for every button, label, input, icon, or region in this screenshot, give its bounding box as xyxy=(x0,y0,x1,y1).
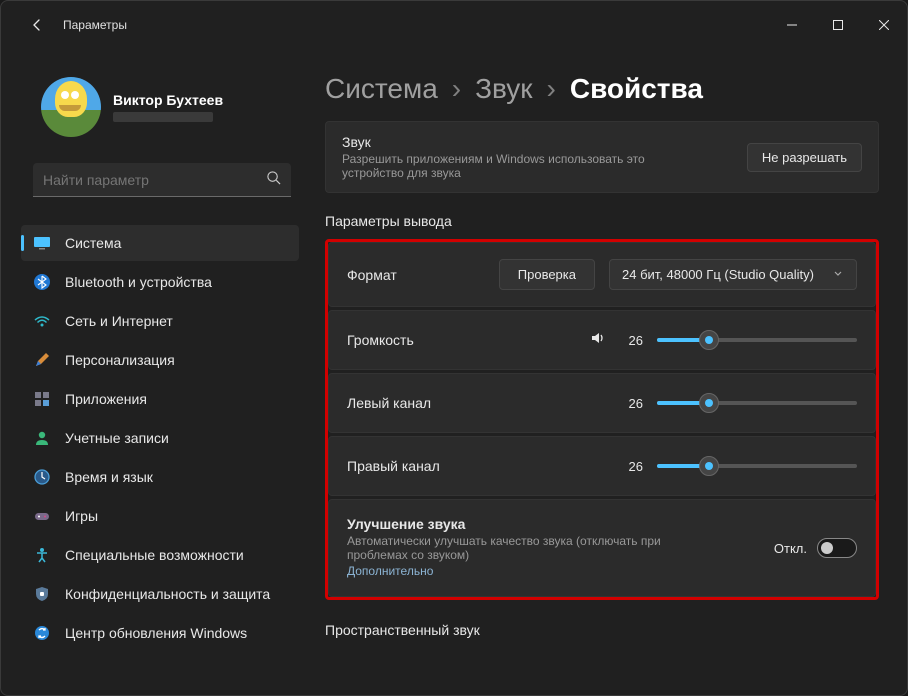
sidebar-item-apps[interactable]: Приложения xyxy=(21,381,299,417)
deny-button[interactable]: Не разрешать xyxy=(747,143,862,172)
sidebar: Виктор Бухтеев Система Bluetooth и устро… xyxy=(1,49,311,695)
nav: Система Bluetooth и устройства Сеть и Ин… xyxy=(13,225,299,651)
sidebar-item-privacy[interactable]: Конфиденциальность и защита xyxy=(21,576,299,612)
sidebar-item-accessibility[interactable]: Специальные возможности xyxy=(21,537,299,573)
sidebar-item-system[interactable]: Система xyxy=(21,225,299,261)
gamepad-icon xyxy=(33,507,51,525)
profile-email-redacted xyxy=(113,112,213,122)
left-channel-value: 26 xyxy=(621,396,643,411)
sidebar-item-label: Игры xyxy=(65,508,98,524)
enhance-toggle-state: Откл. xyxy=(774,541,807,556)
system-icon xyxy=(33,234,51,252)
test-button[interactable]: Проверка xyxy=(499,259,595,290)
accessibility-icon xyxy=(33,546,51,564)
speaker-icon[interactable] xyxy=(589,329,607,352)
sidebar-item-label: Сеть и Интернет xyxy=(65,313,173,329)
right-channel-label: Правый канал xyxy=(347,458,607,474)
sidebar-item-accounts[interactable]: Учетные записи xyxy=(21,420,299,456)
brush-icon xyxy=(33,351,51,369)
volume-label: Громкость xyxy=(347,332,575,348)
volume-value: 26 xyxy=(621,333,643,348)
titlebar: Параметры xyxy=(1,1,907,49)
window-title: Параметры xyxy=(63,18,127,32)
search-input[interactable] xyxy=(43,172,266,188)
person-icon xyxy=(33,429,51,447)
sidebar-item-bluetooth[interactable]: Bluetooth и устройства xyxy=(21,264,299,300)
permission-title: Звук xyxy=(342,134,747,150)
breadcrumb-current: Свойства xyxy=(570,73,703,105)
sidebar-item-gaming[interactable]: Игры xyxy=(21,498,299,534)
sidebar-item-time-language[interactable]: Время и язык xyxy=(21,459,299,495)
sidebar-item-label: Учетные записи xyxy=(65,430,169,446)
clock-globe-icon xyxy=(33,468,51,486)
sidebar-item-network[interactable]: Сеть и Интернет xyxy=(21,303,299,339)
volume-slider[interactable] xyxy=(657,330,857,350)
sidebar-item-label: Bluetooth и устройства xyxy=(65,274,212,290)
back-button[interactable] xyxy=(17,5,57,45)
enhance-advanced-link[interactable]: Дополнительно xyxy=(347,564,433,578)
permission-card: Звук Разрешить приложениям и Windows исп… xyxy=(325,121,879,193)
left-channel-slider[interactable] xyxy=(657,393,857,413)
close-button[interactable] xyxy=(861,9,907,41)
profile-name: Виктор Бухтеев xyxy=(113,92,223,108)
sidebar-item-label: Время и язык xyxy=(65,469,153,485)
permission-subtitle: Разрешить приложениям и Windows использо… xyxy=(342,152,662,180)
main-content: Система › Звук › Свойства Звук Разрешить… xyxy=(311,49,907,695)
minimize-button[interactable] xyxy=(769,9,815,41)
sidebar-item-label: Система xyxy=(65,235,121,251)
spatial-sound-section-title: Пространственный звук xyxy=(325,622,879,638)
highlighted-settings-group: Формат Проверка 24 бит, 48000 Гц (Studio… xyxy=(325,239,879,600)
apps-icon xyxy=(33,390,51,408)
sidebar-item-label: Конфиденциальность и защита xyxy=(65,586,270,602)
settings-window: Параметры Виктор Бухтеев xyxy=(0,0,908,696)
enhance-toggle[interactable] xyxy=(817,538,857,558)
sidebar-item-label: Центр обновления Windows xyxy=(65,625,247,641)
avatar xyxy=(41,77,101,137)
format-label: Формат xyxy=(347,267,485,283)
maximize-button[interactable] xyxy=(815,9,861,41)
breadcrumb-system[interactable]: Система xyxy=(325,73,438,105)
breadcrumb: Система › Звук › Свойства xyxy=(325,73,879,105)
right-channel-value: 26 xyxy=(621,459,643,474)
bluetooth-icon xyxy=(33,273,51,291)
body: Виктор Бухтеев Система Bluetooth и устро… xyxy=(1,49,907,695)
left-channel-row: Левый канал 26 xyxy=(328,373,876,433)
update-icon xyxy=(33,624,51,642)
format-select[interactable]: 24 бит, 48000 Гц (Studio Quality) xyxy=(609,259,857,290)
breadcrumb-sound[interactable]: Звук xyxy=(475,73,532,105)
enhance-title: Улучшение звука xyxy=(347,516,760,532)
sidebar-item-label: Персонализация xyxy=(65,352,175,368)
format-selected-value: 24 бит, 48000 Гц (Studio Quality) xyxy=(622,267,814,282)
wifi-icon xyxy=(33,312,51,330)
volume-row: Громкость 26 xyxy=(328,310,876,370)
chevron-right-icon: › xyxy=(452,73,461,105)
right-channel-row: Правый канал 26 xyxy=(328,436,876,496)
right-channel-slider[interactable] xyxy=(657,456,857,476)
shield-icon xyxy=(33,585,51,603)
chevron-down-icon xyxy=(832,267,844,282)
enhance-subtitle: Автоматически улучшать качество звука (о… xyxy=(347,534,667,562)
enhance-row: Улучшение звука Автоматически улучшать к… xyxy=(328,499,876,597)
sidebar-item-label: Специальные возможности xyxy=(65,547,244,563)
sidebar-item-windows-update[interactable]: Центр обновления Windows xyxy=(21,615,299,651)
search-box[interactable] xyxy=(33,163,291,197)
profile[interactable]: Виктор Бухтеев xyxy=(13,49,299,163)
sidebar-item-label: Приложения xyxy=(65,391,147,407)
window-controls xyxy=(769,9,907,41)
sidebar-item-personalization[interactable]: Персонализация xyxy=(21,342,299,378)
left-channel-label: Левый канал xyxy=(347,395,607,411)
search-icon xyxy=(266,170,281,190)
chevron-right-icon: › xyxy=(547,73,556,105)
format-row: Формат Проверка 24 бит, 48000 Гц (Studio… xyxy=(328,242,876,307)
output-section-title: Параметры вывода xyxy=(325,213,879,229)
